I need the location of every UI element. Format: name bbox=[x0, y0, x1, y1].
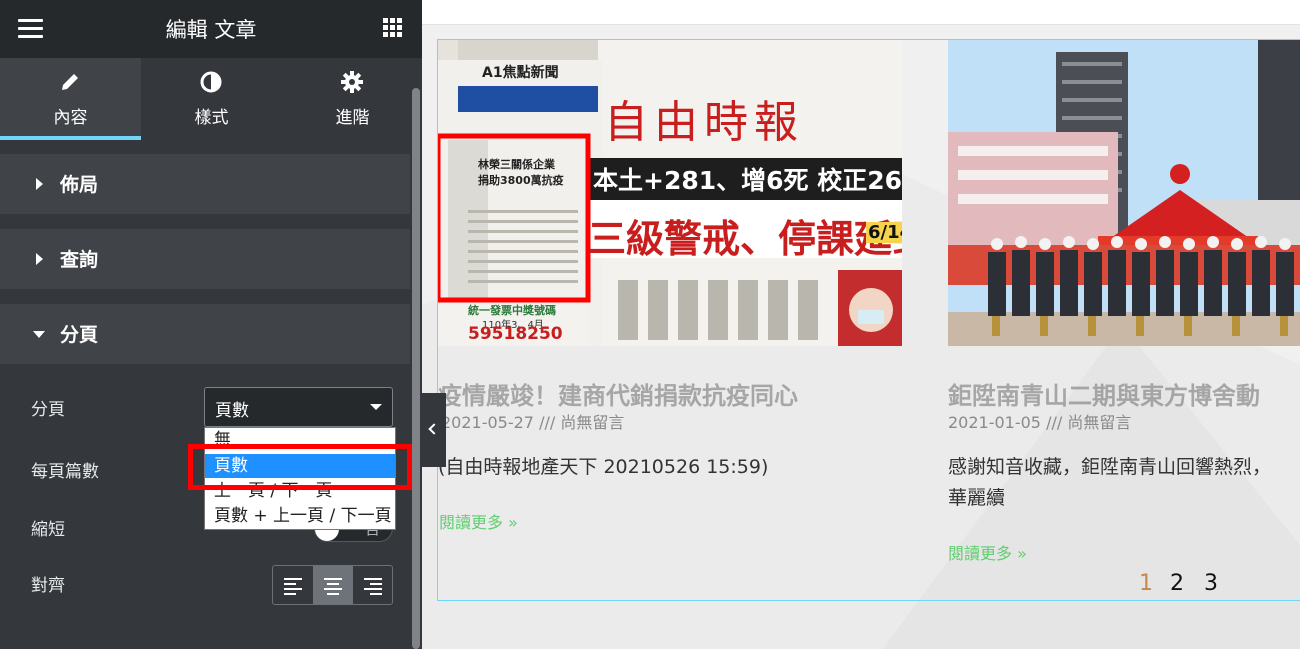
pagination-page-3[interactable]: 3 bbox=[1204, 571, 1218, 596]
news-date-tag: 6/14 bbox=[866, 222, 902, 243]
section-pagination-title: 分頁 bbox=[60, 324, 99, 346]
pagination-select[interactable]: 頁數 bbox=[204, 387, 393, 427]
news-headline-1: 本土+281、增6死 校正261例 bbox=[593, 166, 902, 195]
post-title[interactable]: 鉅陞南青山二期與東方博舍動 bbox=[948, 376, 1260, 411]
panel-tabs: 內容 樣式 進階 bbox=[0, 58, 422, 140]
pencil-icon bbox=[62, 74, 78, 90]
posts-per-page-label: 每頁篇數 bbox=[31, 462, 99, 482]
chevron-left-icon bbox=[428, 423, 440, 435]
section-query-title: 查詢 bbox=[60, 249, 99, 271]
pagination-select-value: 頁數 bbox=[215, 401, 249, 421]
news-headline-2: 三級警戒、停課延到 bbox=[588, 217, 902, 261]
post-title[interactable]: 疫情嚴竣！建商代銷捐款抗疫同心 bbox=[438, 376, 798, 411]
read-more-link[interactable]: 閱讀更多 » bbox=[439, 509, 518, 533]
preview-top-bar bbox=[422, 0, 1300, 24]
tab-content-label: 內容 bbox=[53, 108, 88, 128]
post-thumbnail-ceremony[interactable] bbox=[948, 40, 1300, 346]
section-query[interactable]: 查詢 bbox=[0, 229, 410, 289]
post-excerpt: 感謝知音收藏，鉅陞南青山回響熱烈， 華麗續 bbox=[948, 452, 1300, 514]
tab-advanced[interactable]: 進階 bbox=[282, 58, 422, 140]
post-meta: 2021-05-27 /// 尚無留言 bbox=[441, 413, 625, 432]
collapse-panel-button[interactable] bbox=[422, 393, 446, 467]
widgets-grid-icon[interactable] bbox=[383, 18, 403, 38]
section-pagination[interactable]: 分頁 bbox=[0, 304, 410, 364]
post-excerpt-line: 華麗續 bbox=[948, 487, 1006, 509]
tab-advanced-label: 進階 bbox=[335, 108, 370, 128]
news-inset-mid: 捐助3800萬抗疫 bbox=[478, 174, 564, 187]
post-meta: 2021-01-05 /// 尚無留言 bbox=[948, 413, 1132, 432]
panel-scrollbar-thumb[interactable] bbox=[412, 88, 420, 649]
panel-title: 編輯 文章 bbox=[165, 18, 257, 42]
news-inset-top: 林榮三關係企業 bbox=[478, 158, 555, 171]
dropdown-arrow-icon bbox=[370, 404, 382, 410]
half-circle-icon bbox=[200, 71, 222, 93]
post-excerpt: (自由時報地產天下 20210526 15:59) bbox=[438, 452, 768, 483]
post-excerpt-line: (自由時報地產天下 20210526 15:59) bbox=[438, 456, 769, 478]
post-excerpt-line: 感謝知音收藏，鉅陞南青山回響熱烈， bbox=[948, 456, 1272, 478]
tab-style-label: 樣式 bbox=[194, 108, 229, 128]
alignment-buttons bbox=[272, 565, 393, 605]
caret-down-icon bbox=[33, 331, 45, 338]
align-center-button[interactable] bbox=[313, 566, 353, 604]
pagination-page-1[interactable]: 1 bbox=[1139, 571, 1153, 596]
pagination-label: 分頁 bbox=[31, 400, 65, 420]
tab-content[interactable]: 內容 bbox=[0, 58, 141, 140]
news-inset-number: 59518250 bbox=[468, 324, 563, 344]
read-more-link[interactable]: 閱讀更多 » bbox=[948, 540, 1027, 564]
news-section: A1焦點新聞 bbox=[482, 65, 559, 81]
news-masthead: 自由時報 bbox=[604, 97, 804, 148]
gear-icon bbox=[341, 71, 363, 93]
section-layout[interactable]: 佈局 bbox=[0, 154, 410, 214]
highlight-annotation-box bbox=[188, 444, 412, 490]
alignment-label: 對齊 bbox=[31, 576, 65, 596]
section-layout-title: 佈局 bbox=[60, 174, 99, 196]
shorten-label: 縮短 bbox=[31, 520, 65, 540]
pagination-page-2[interactable]: 2 bbox=[1170, 571, 1184, 596]
editor-panel: 編輯 文章 內容 樣式 進階 佈局 查詢 分頁 分頁 頁數 每頁篇數 縮短 對齊 bbox=[0, 0, 422, 649]
tab-style[interactable]: 樣式 bbox=[141, 58, 282, 140]
align-right-button[interactable] bbox=[353, 566, 393, 604]
align-left-button[interactable] bbox=[273, 566, 313, 604]
caret-right-icon bbox=[36, 253, 43, 265]
panel-header: 編輯 文章 bbox=[0, 0, 422, 58]
ceremony-image bbox=[948, 40, 1300, 346]
post-thumbnail-newspaper[interactable]: A1焦點新聞 自由時報 本土+281、增6死 校正261例 三級警戒、停課延到 … bbox=[438, 40, 902, 346]
option-numbers-prev-next[interactable]: 頁數 + 上一頁 / 下一頁 bbox=[205, 504, 395, 528]
caret-right-icon bbox=[36, 178, 43, 190]
